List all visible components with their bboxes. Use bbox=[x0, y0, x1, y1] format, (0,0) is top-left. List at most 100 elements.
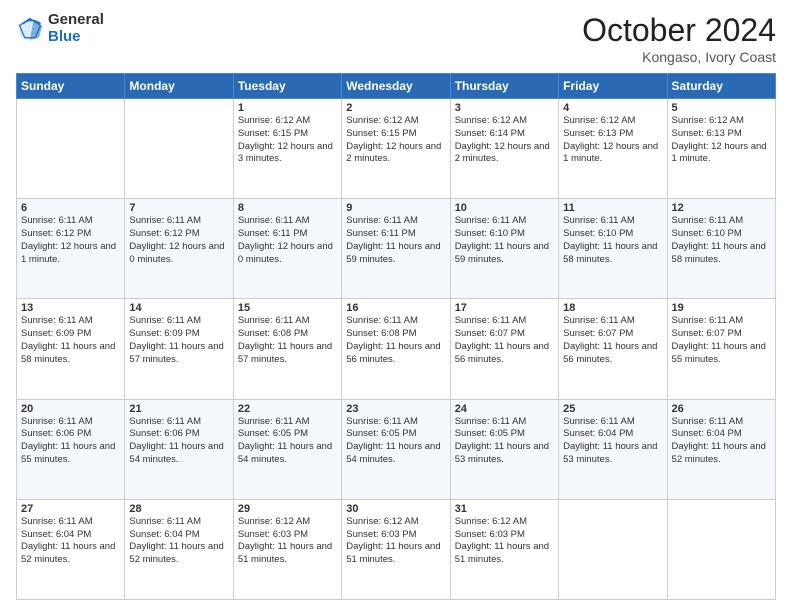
cell-details: Sunrise: 6:11 AM Sunset: 6:07 PM Dayligh… bbox=[563, 315, 662, 366]
calendar-cell: 8Sunrise: 6:11 AM Sunset: 6:11 PM Daylig… bbox=[233, 199, 341, 299]
logo: General Blue bbox=[16, 12, 104, 45]
day-header-row: SundayMondayTuesdayWednesdayThursdayFrid… bbox=[17, 74, 776, 99]
day-number: 2 bbox=[346, 102, 445, 114]
logo-general-text: General bbox=[48, 12, 104, 29]
calendar-cell: 31Sunrise: 6:12 AM Sunset: 6:03 PM Dayli… bbox=[450, 499, 558, 599]
cell-details: Sunrise: 6:12 AM Sunset: 6:03 PM Dayligh… bbox=[455, 516, 554, 567]
calendar-cell: 3Sunrise: 6:12 AM Sunset: 6:14 PM Daylig… bbox=[450, 99, 558, 199]
month-title: October 2024 bbox=[582, 12, 776, 49]
day-number: 15 bbox=[238, 302, 337, 314]
calendar-table: SundayMondayTuesdayWednesdayThursdayFrid… bbox=[16, 73, 776, 600]
cell-details: Sunrise: 6:11 AM Sunset: 6:05 PM Dayligh… bbox=[455, 416, 554, 467]
day-number: 7 bbox=[129, 202, 228, 214]
cell-details: Sunrise: 6:11 AM Sunset: 6:10 PM Dayligh… bbox=[455, 215, 554, 266]
cell-details: Sunrise: 6:11 AM Sunset: 6:11 PM Dayligh… bbox=[346, 215, 445, 266]
cell-details: Sunrise: 6:11 AM Sunset: 6:08 PM Dayligh… bbox=[238, 315, 337, 366]
cell-details: Sunrise: 6:11 AM Sunset: 6:06 PM Dayligh… bbox=[129, 416, 228, 467]
calendar-cell bbox=[559, 499, 667, 599]
week-row-4: 20Sunrise: 6:11 AM Sunset: 6:06 PM Dayli… bbox=[17, 399, 776, 499]
day-header-tuesday: Tuesday bbox=[233, 74, 341, 99]
day-header-thursday: Thursday bbox=[450, 74, 558, 99]
cell-details: Sunrise: 6:11 AM Sunset: 6:07 PM Dayligh… bbox=[455, 315, 554, 366]
calendar-cell: 7Sunrise: 6:11 AM Sunset: 6:12 PM Daylig… bbox=[125, 199, 233, 299]
calendar-cell: 25Sunrise: 6:11 AM Sunset: 6:04 PM Dayli… bbox=[559, 399, 667, 499]
day-header-monday: Monday bbox=[125, 74, 233, 99]
cell-details: Sunrise: 6:11 AM Sunset: 6:12 PM Dayligh… bbox=[129, 215, 228, 266]
day-number: 11 bbox=[563, 202, 662, 214]
cell-details: Sunrise: 6:11 AM Sunset: 6:04 PM Dayligh… bbox=[129, 516, 228, 567]
day-number: 19 bbox=[672, 302, 771, 314]
calendar-cell: 5Sunrise: 6:12 AM Sunset: 6:13 PM Daylig… bbox=[667, 99, 775, 199]
logo-text: General Blue bbox=[48, 12, 104, 45]
header: General Blue October 2024 Kongaso, Ivory… bbox=[16, 12, 776, 65]
week-row-1: 1Sunrise: 6:12 AM Sunset: 6:15 PM Daylig… bbox=[17, 99, 776, 199]
calendar-cell: 22Sunrise: 6:11 AM Sunset: 6:05 PM Dayli… bbox=[233, 399, 341, 499]
cell-details: Sunrise: 6:12 AM Sunset: 6:15 PM Dayligh… bbox=[238, 115, 337, 166]
calendar-cell: 11Sunrise: 6:11 AM Sunset: 6:10 PM Dayli… bbox=[559, 199, 667, 299]
week-row-5: 27Sunrise: 6:11 AM Sunset: 6:04 PM Dayli… bbox=[17, 499, 776, 599]
calendar-cell bbox=[125, 99, 233, 199]
day-number: 17 bbox=[455, 302, 554, 314]
calendar-cell: 1Sunrise: 6:12 AM Sunset: 6:15 PM Daylig… bbox=[233, 99, 341, 199]
calendar-cell: 28Sunrise: 6:11 AM Sunset: 6:04 PM Dayli… bbox=[125, 499, 233, 599]
day-number: 29 bbox=[238, 503, 337, 515]
title-block: October 2024 Kongaso, Ivory Coast bbox=[582, 12, 776, 65]
day-header-friday: Friday bbox=[559, 74, 667, 99]
day-number: 9 bbox=[346, 202, 445, 214]
day-header-wednesday: Wednesday bbox=[342, 74, 450, 99]
calendar-cell: 4Sunrise: 6:12 AM Sunset: 6:13 PM Daylig… bbox=[559, 99, 667, 199]
cell-details: Sunrise: 6:11 AM Sunset: 6:04 PM Dayligh… bbox=[563, 416, 662, 467]
day-number: 22 bbox=[238, 403, 337, 415]
calendar-cell: 16Sunrise: 6:11 AM Sunset: 6:08 PM Dayli… bbox=[342, 299, 450, 399]
day-number: 10 bbox=[455, 202, 554, 214]
day-number: 6 bbox=[21, 202, 120, 214]
day-number: 8 bbox=[238, 202, 337, 214]
day-number: 18 bbox=[563, 302, 662, 314]
cell-details: Sunrise: 6:11 AM Sunset: 6:05 PM Dayligh… bbox=[346, 416, 445, 467]
day-number: 4 bbox=[563, 102, 662, 114]
cell-details: Sunrise: 6:12 AM Sunset: 6:03 PM Dayligh… bbox=[238, 516, 337, 567]
day-number: 14 bbox=[129, 302, 228, 314]
calendar-cell bbox=[667, 499, 775, 599]
cell-details: Sunrise: 6:12 AM Sunset: 6:13 PM Dayligh… bbox=[563, 115, 662, 166]
calendar-cell: 17Sunrise: 6:11 AM Sunset: 6:07 PM Dayli… bbox=[450, 299, 558, 399]
day-number: 31 bbox=[455, 503, 554, 515]
calendar-cell: 20Sunrise: 6:11 AM Sunset: 6:06 PM Dayli… bbox=[17, 399, 125, 499]
day-number: 21 bbox=[129, 403, 228, 415]
cell-details: Sunrise: 6:11 AM Sunset: 6:07 PM Dayligh… bbox=[672, 315, 771, 366]
calendar-cell: 18Sunrise: 6:11 AM Sunset: 6:07 PM Dayli… bbox=[559, 299, 667, 399]
calendar-cell: 29Sunrise: 6:12 AM Sunset: 6:03 PM Dayli… bbox=[233, 499, 341, 599]
day-number: 13 bbox=[21, 302, 120, 314]
calendar-cell: 10Sunrise: 6:11 AM Sunset: 6:10 PM Dayli… bbox=[450, 199, 558, 299]
calendar-cell: 24Sunrise: 6:11 AM Sunset: 6:05 PM Dayli… bbox=[450, 399, 558, 499]
cell-details: Sunrise: 6:11 AM Sunset: 6:09 PM Dayligh… bbox=[21, 315, 120, 366]
cell-details: Sunrise: 6:12 AM Sunset: 6:14 PM Dayligh… bbox=[455, 115, 554, 166]
day-number: 1 bbox=[238, 102, 337, 114]
day-number: 5 bbox=[672, 102, 771, 114]
cell-details: Sunrise: 6:11 AM Sunset: 6:10 PM Dayligh… bbox=[563, 215, 662, 266]
day-number: 12 bbox=[672, 202, 771, 214]
day-number: 20 bbox=[21, 403, 120, 415]
logo-blue-text: Blue bbox=[48, 29, 104, 46]
cell-details: Sunrise: 6:11 AM Sunset: 6:04 PM Dayligh… bbox=[672, 416, 771, 467]
page-container: General Blue October 2024 Kongaso, Ivory… bbox=[0, 0, 792, 612]
day-number: 24 bbox=[455, 403, 554, 415]
calendar-cell bbox=[17, 99, 125, 199]
cell-details: Sunrise: 6:11 AM Sunset: 6:12 PM Dayligh… bbox=[21, 215, 120, 266]
calendar-cell: 23Sunrise: 6:11 AM Sunset: 6:05 PM Dayli… bbox=[342, 399, 450, 499]
day-number: 27 bbox=[21, 503, 120, 515]
calendar-cell: 30Sunrise: 6:12 AM Sunset: 6:03 PM Dayli… bbox=[342, 499, 450, 599]
day-header-saturday: Saturday bbox=[667, 74, 775, 99]
location: Kongaso, Ivory Coast bbox=[582, 49, 776, 65]
cell-details: Sunrise: 6:11 AM Sunset: 6:10 PM Dayligh… bbox=[672, 215, 771, 266]
calendar-cell: 26Sunrise: 6:11 AM Sunset: 6:04 PM Dayli… bbox=[667, 399, 775, 499]
day-header-sunday: Sunday bbox=[17, 74, 125, 99]
cell-details: Sunrise: 6:11 AM Sunset: 6:09 PM Dayligh… bbox=[129, 315, 228, 366]
cell-details: Sunrise: 6:11 AM Sunset: 6:06 PM Dayligh… bbox=[21, 416, 120, 467]
calendar-cell: 15Sunrise: 6:11 AM Sunset: 6:08 PM Dayli… bbox=[233, 299, 341, 399]
cell-details: Sunrise: 6:11 AM Sunset: 6:04 PM Dayligh… bbox=[21, 516, 120, 567]
calendar-cell: 2Sunrise: 6:12 AM Sunset: 6:15 PM Daylig… bbox=[342, 99, 450, 199]
cell-details: Sunrise: 6:11 AM Sunset: 6:08 PM Dayligh… bbox=[346, 315, 445, 366]
calendar-cell: 12Sunrise: 6:11 AM Sunset: 6:10 PM Dayli… bbox=[667, 199, 775, 299]
week-row-3: 13Sunrise: 6:11 AM Sunset: 6:09 PM Dayli… bbox=[17, 299, 776, 399]
